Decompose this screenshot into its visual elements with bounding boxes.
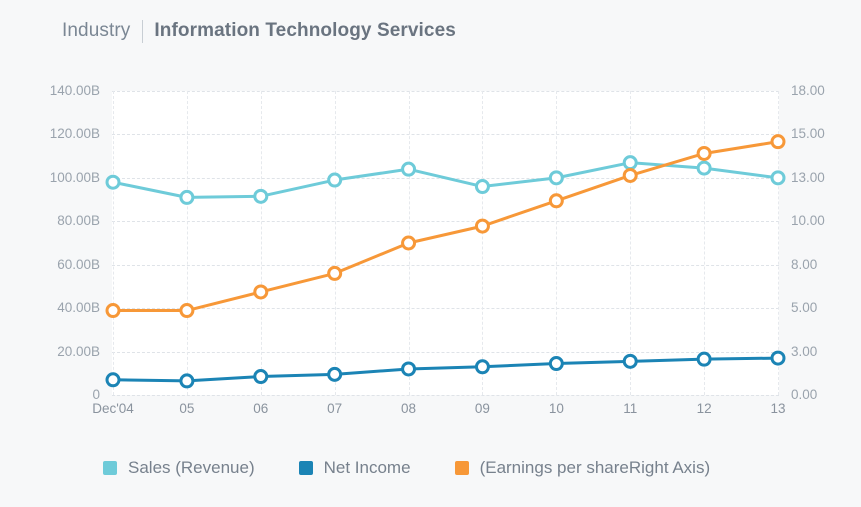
x-axis: Dec'04 05 06 07 08 09 10 11 12 13 [92, 401, 785, 424]
chart-canvas: 0 20.00B 40.00B 60.00B 80.00B 100.00B 120.00B 1… [0, 62, 861, 442]
data-point-marker[interactable] [622, 167, 638, 183]
chart-legend: Sales (Revenue) Net Income (Earnings per s… [0, 448, 861, 488]
series-layer [105, 134, 786, 389]
chart-widget: Industry Information Technology Services… [0, 0, 861, 507]
x-axis-tick-label: 11 [623, 401, 638, 416]
data-point-marker[interactable] [179, 189, 195, 205]
data-point-marker[interactable] [401, 161, 417, 177]
data-point-marker[interactable] [253, 188, 269, 204]
x-axis-tick-label: 13 [770, 401, 786, 416]
x-axis-tick-label: 08 [401, 401, 417, 416]
y-axis-right-tick-label: 8.00 [791, 256, 818, 272]
data-point-marker[interactable] [401, 235, 417, 251]
data-point-marker[interactable] [696, 160, 712, 176]
data-point-marker[interactable] [548, 193, 564, 209]
data-point-marker[interactable] [253, 369, 269, 385]
x-axis-tick-label: Dec'04 [92, 401, 134, 416]
chart-header: Industry Information Technology Services [0, 0, 861, 62]
y-axis-right-tick-label: 5.00 [791, 300, 818, 316]
x-axis-tick-label: 05 [179, 401, 195, 416]
data-point-marker[interactable] [327, 366, 343, 382]
legend-swatch-icon [298, 461, 313, 475]
y-axis-left-tick-label: 100.00B [49, 169, 100, 185]
legend-item[interactable]: (Earnings per shareRight Axis) [454, 458, 711, 478]
data-point-marker[interactable] [696, 145, 712, 161]
y-axis-right-tick-label: 15.00 [791, 126, 825, 142]
data-point-marker[interactable] [622, 155, 638, 171]
x-axis-tick-label: 10 [548, 401, 564, 416]
data-point-marker[interactable] [770, 350, 786, 366]
legend-item-label: (Earnings per shareRight Axis) [479, 458, 711, 477]
x-axis-tick-label: 12 [696, 401, 712, 416]
legend-item-label: Net Income [323, 458, 411, 477]
y-axis-left-tick-label: 0 [92, 387, 100, 402]
y-axis-right-tick-label: 3.00 [791, 343, 818, 359]
data-point-marker[interactable] [770, 170, 786, 186]
data-point-marker[interactable] [548, 356, 564, 372]
y-axis-left: 0 20.00B 40.00B 60.00B 80.00B 100.00B 120.00B 1… [0, 84, 100, 401]
series-line [111, 356, 780, 383]
data-point-marker[interactable] [105, 174, 121, 190]
data-point-marker[interactable] [474, 179, 490, 195]
y-axis-left-tick-label: 120.00B [49, 126, 100, 142]
y-axis-left-tick-label: 80.00B [57, 213, 100, 229]
x-axis-tick-label: 06 [253, 401, 269, 416]
legend-swatch-icon [454, 461, 469, 475]
data-point-marker[interactable] [179, 373, 195, 389]
data-point-marker[interactable] [105, 303, 121, 319]
data-point-marker[interactable] [327, 172, 343, 188]
y-axis-right: 0.00 3.00 5.00 8.00 10.00 13.00 15.00 18.00 [791, 84, 861, 401]
gridline-horizontal [112, 395, 779, 396]
data-point-marker[interactable] [105, 372, 121, 388]
y-axis-left-tick-label: 20.00B [57, 343, 100, 359]
data-point-marker[interactable] [474, 218, 490, 234]
legend-item-label: Sales (Revenue) [128, 458, 255, 477]
y-axis-left-tick-label: 40.00B [57, 300, 100, 316]
x-axis-tick-label: 07 [327, 401, 343, 416]
data-point-marker[interactable] [327, 265, 343, 281]
x-axis-tick-label: 09 [474, 401, 490, 416]
data-point-marker[interactable] [253, 284, 269, 300]
legend-swatch-icon [103, 461, 117, 475]
legend-item[interactable]: Sales (Revenue) [103, 458, 255, 478]
data-point-marker[interactable] [401, 361, 417, 377]
y-axis-right-tick-label: 10.00 [791, 213, 825, 229]
y-axis-left-tick-label: 60.00B [57, 256, 100, 272]
data-point-marker[interactable] [770, 134, 786, 150]
y-axis-right-tick-label: 18.00 [791, 83, 825, 98]
legend-item[interactable]: Net Income [298, 458, 411, 478]
page-title: Information Technology Services [154, 20, 456, 41]
series-line [111, 161, 780, 199]
header-category-label: Industry [62, 20, 131, 41]
data-point-marker[interactable] [179, 303, 195, 319]
y-axis-left-tick-label: 140.00B [49, 83, 100, 98]
y-axis-right-tick-label: 13.00 [791, 169, 825, 185]
data-point-marker[interactable] [474, 359, 490, 375]
y-axis-right-tick-label: 0.00 [791, 387, 818, 402]
data-point-marker[interactable] [696, 351, 712, 367]
data-point-marker[interactable] [548, 170, 564, 186]
data-point-marker[interactable] [622, 353, 638, 369]
header-divider [142, 19, 144, 43]
